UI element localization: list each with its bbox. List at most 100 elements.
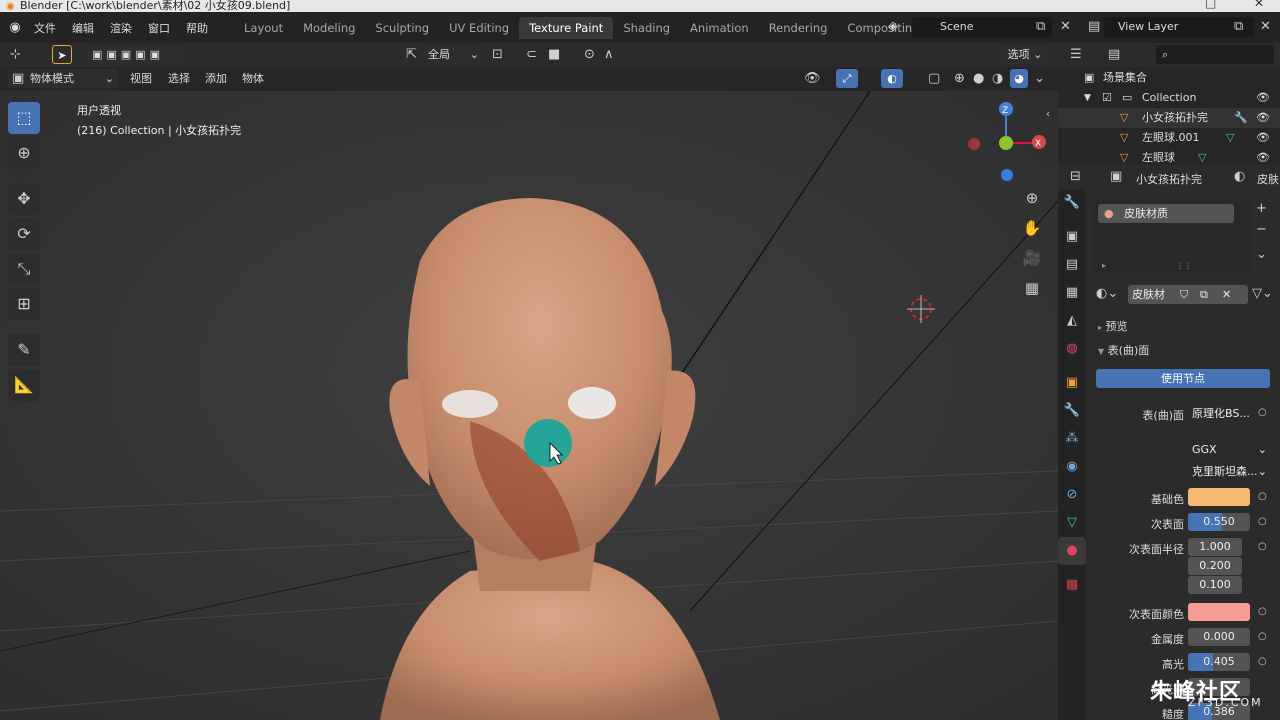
snap-target-icon[interactable]: ■ (548, 47, 560, 63)
material-browse-icon[interactable]: ◐⌄ (1096, 286, 1118, 302)
link-socket-icon[interactable]: ○ (1258, 491, 1267, 502)
tab-scene[interactable]: ◭ (1058, 307, 1086, 335)
tab-modifiers[interactable]: 🔧 (1058, 397, 1086, 425)
tab-physics[interactable]: ◉ (1058, 453, 1086, 481)
subsurface-method-dropdown[interactable]: 克里斯坦森... ⌄ (1188, 463, 1270, 481)
mode-dropdown[interactable]: 物体模式 ⌄ (8, 69, 118, 88)
display-mode-icon[interactable]: ▤ (1108, 47, 1120, 63)
menu-add[interactable]: 添加 (199, 69, 233, 88)
menu-object[interactable]: 物体 (236, 69, 270, 88)
tab-animation[interactable]: Animation (680, 17, 759, 39)
tab-render[interactable]: ▣ (1058, 223, 1086, 251)
metallic-slider[interactable]: 0.000 (1188, 628, 1250, 646)
tab-output[interactable]: ▤ (1058, 251, 1086, 279)
view-layer-icon[interactable]: ▤ (1088, 19, 1100, 35)
subsurface-radius-x[interactable]: 1.000 (1188, 538, 1242, 556)
use-nodes-button[interactable]: 使用节点 (1096, 369, 1270, 388)
slot-menu-icon[interactable]: ⌄ (1256, 247, 1267, 263)
material-slot-item[interactable]: ● 皮肤材质 (1098, 204, 1234, 223)
new-view-layer-icon[interactable]: ⧉ (1234, 19, 1243, 35)
menu-window[interactable]: 窗口 (140, 20, 178, 36)
rotate-tool[interactable]: ⟳ (8, 218, 40, 250)
subsurface-slider[interactable]: 0.550 (1188, 513, 1250, 531)
specular-slider[interactable]: 0.405 (1188, 653, 1250, 671)
scale-tool[interactable]: ⤡ (8, 253, 40, 285)
surface-panel-header[interactable]: ▼ 表(曲)面 (1098, 342, 1149, 358)
resize-handle-icon[interactable]: ⋮⋮ (1176, 261, 1192, 270)
link-socket-icon[interactable]: ○ (1258, 631, 1267, 642)
annotate-tool[interactable]: ✎ (8, 334, 40, 366)
new-scene-icon[interactable]: ⧉ (1036, 19, 1045, 35)
outliner-item[interactable]: ▽ 左眼球 ▽ 👁 (1058, 148, 1280, 165)
gizmo-toggle-button[interactable]: ⤢ (836, 69, 858, 88)
blender-menu-icon[interactable]: ◉ (4, 20, 26, 35)
select-box-tool[interactable]: ⬚ (8, 102, 40, 134)
menu-file[interactable]: 文件 (26, 20, 64, 36)
remove-slot-icon[interactable]: − (1256, 222, 1267, 238)
visibility-icon[interactable]: 👁 (804, 71, 821, 87)
tab-material[interactable]: ● (1058, 537, 1086, 565)
item-visibility-icon[interactable]: 👁 (1256, 108, 1270, 128)
wireframe-shading-icon[interactable]: ⊕ (954, 71, 965, 87)
item-visibility-icon[interactable]: 👁 (1256, 128, 1270, 148)
material-name-field[interactable]: 皮肤材 ⛉ ⧉ ✕ (1128, 285, 1248, 304)
cursor-tool[interactable]: ⊕ (8, 137, 40, 169)
add-slot-icon[interactable]: + (1256, 201, 1267, 217)
pan-hand-icon[interactable]: ✋ (1020, 219, 1044, 237)
remove-view-layer-icon[interactable]: ✕ (1260, 19, 1271, 35)
link-socket-icon[interactable]: ○ (1258, 407, 1267, 418)
transform-orientation-dropdown[interactable]: 全局 ⌄ (424, 45, 482, 64)
tab-rendering[interactable]: Rendering (759, 17, 838, 39)
outliner-editor-icon[interactable]: ☰ (1070, 47, 1082, 63)
link-socket-icon[interactable]: ○ (1258, 541, 1267, 552)
zoom-icon[interactable]: ⊕ (1020, 189, 1044, 207)
link-socket-icon[interactable]: ○ (1258, 606, 1267, 617)
close-window-icon[interactable]: ✕ (1254, 0, 1264, 9)
proportional-edit-icon[interactable]: ⊙ (584, 47, 595, 63)
tab-modeling[interactable]: Modeling (293, 17, 365, 39)
tab-object[interactable]: ▣ (1058, 369, 1086, 397)
pivot-icon[interactable]: ⊡ (492, 47, 503, 63)
fake-user-icon[interactable]: ⛉ (1180, 285, 1188, 304)
tab-view-layer[interactable]: ▦ (1058, 279, 1086, 307)
gizmo-y-icon[interactable] (999, 136, 1013, 150)
select-mode-buttons[interactable]: ▣▣▣▣▣ (88, 45, 184, 64)
collection-visibility-icon[interactable]: 👁 (1256, 88, 1270, 108)
item-visibility-icon[interactable]: 👁 (1256, 148, 1270, 165)
subsurface-radius-y[interactable]: 0.200 (1188, 557, 1242, 575)
tab-uv-editing[interactable]: UV Editing (439, 17, 519, 39)
view-layer-selector[interactable]: View Layer (1104, 17, 1254, 37)
move-tool[interactable]: ✥ (8, 183, 40, 215)
menu-render[interactable]: 渲染 (102, 20, 140, 36)
outliner-item[interactable]: ▽ 小女孩拓扑完 🔧 👁 (1058, 108, 1280, 128)
material-shading-icon[interactable]: ◑ (992, 71, 1003, 87)
outliner-search-input[interactable]: ⌕ (1156, 45, 1274, 64)
unlink-material-icon[interactable]: ✕ (1222, 285, 1231, 304)
scene-selector[interactable]: Scene (912, 17, 1052, 37)
scene-icon[interactable]: ◈ (888, 19, 898, 35)
expand-icon[interactable]: ▼ (1084, 88, 1091, 108)
menu-view[interactable]: 视图 (124, 69, 158, 88)
scene-collection-row[interactable]: ▣ 场景集合 (1058, 68, 1280, 88)
expand-list-icon[interactable]: ▸ (1102, 261, 1106, 270)
snap-icon[interactable]: ⊂ (526, 47, 537, 63)
tab-texture-paint[interactable]: Texture Paint (519, 16, 614, 39)
falloff-icon[interactable]: ∧ (604, 47, 614, 63)
3d-viewport[interactable]: Z X ⬚ ⊕ ✥ ⟳ ⤡ ⊞ ✎ 📐 用户透视 (216) Collectio… (0, 91, 1058, 720)
tab-sculpting[interactable]: Sculpting (365, 17, 439, 39)
tab-particles[interactable]: ⁂ (1058, 425, 1086, 453)
properties-editor-icon[interactable]: ⊟ (1070, 169, 1081, 185)
shading-options-icon[interactable]: ⌄ (1034, 71, 1045, 87)
camera-view-icon[interactable]: 🎥 (1020, 249, 1044, 267)
collection-checkbox[interactable]: ☑ (1102, 88, 1112, 108)
options-dropdown[interactable]: 选项 ⌄ (1000, 45, 1050, 64)
measure-tool[interactable]: 📐 (8, 369, 40, 401)
xray-icon[interactable]: ▢ (928, 71, 940, 87)
subsurface-radius-z[interactable]: 0.100 (1188, 576, 1242, 594)
overlay-toggle-button[interactable]: ◐ (881, 69, 903, 88)
subsurface-color-swatch[interactable] (1188, 603, 1250, 621)
gizmo-neg-z-icon[interactable] (1001, 169, 1013, 181)
menu-edit[interactable]: 编辑 (64, 20, 102, 36)
tab-layout[interactable]: Layout (234, 17, 293, 39)
menu-help[interactable]: 帮助 (178, 20, 216, 36)
